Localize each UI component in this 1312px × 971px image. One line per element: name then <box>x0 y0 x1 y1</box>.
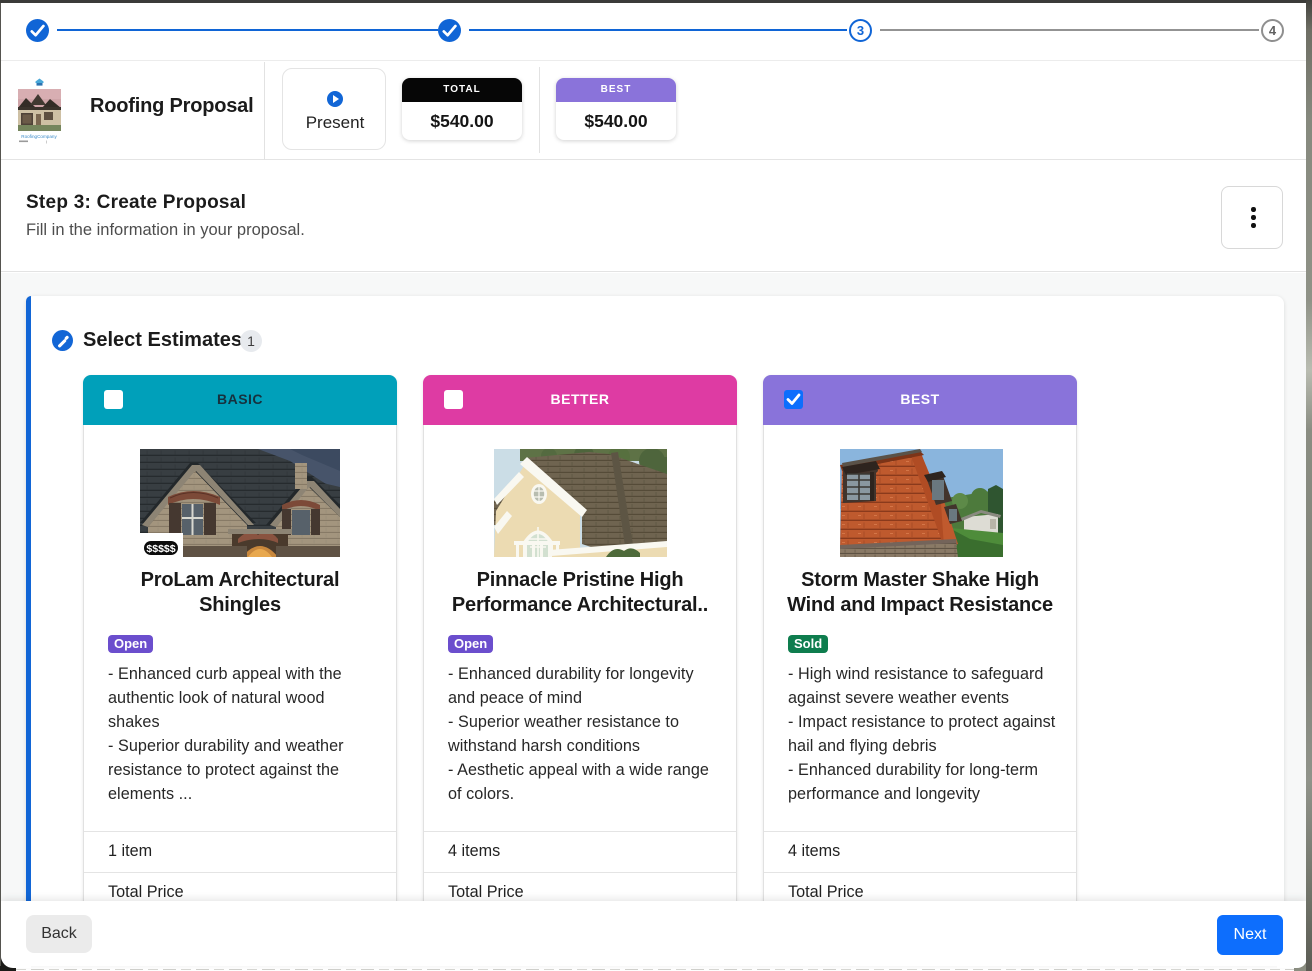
svg-text:RoofingCompany: RoofingCompany <box>21 134 57 139</box>
svg-text:$$$$$: $$$$$ <box>146 543 175 555</box>
